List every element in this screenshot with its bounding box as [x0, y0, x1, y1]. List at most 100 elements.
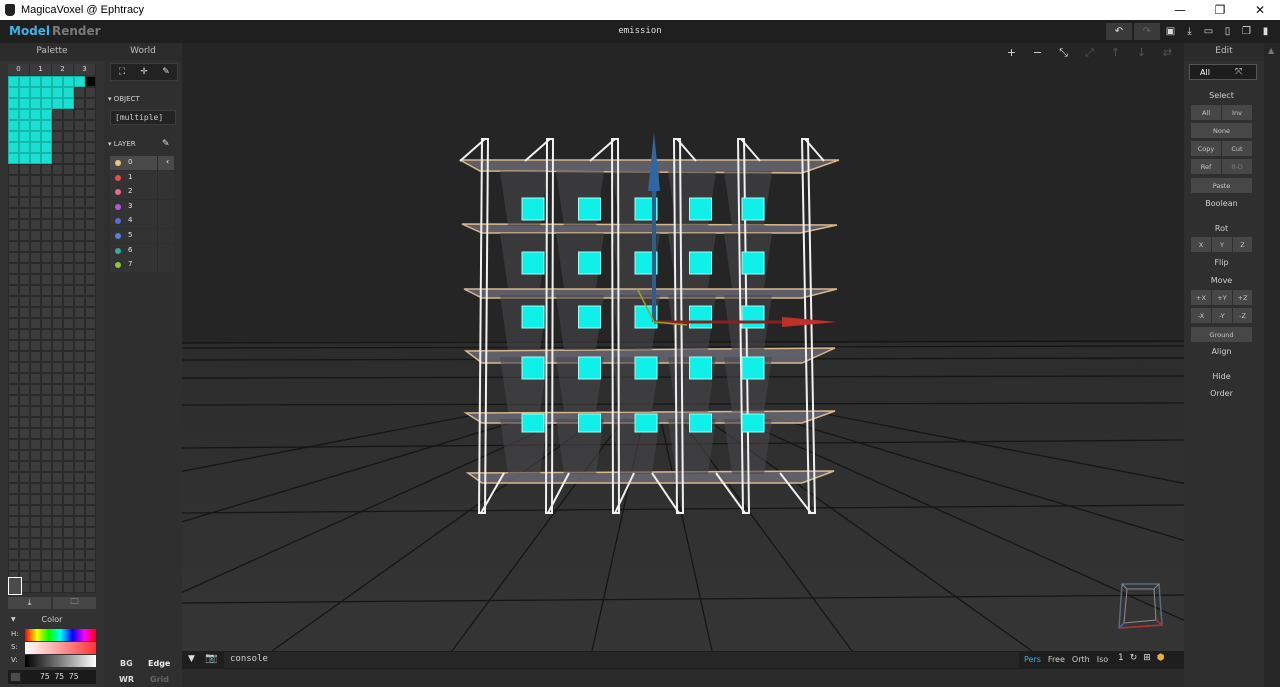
palette-swatch[interactable]: [63, 406, 74, 417]
palette-swatch[interactable]: [74, 571, 85, 582]
palette-swatch[interactable]: [8, 329, 19, 340]
palette-swatch[interactable]: [41, 76, 52, 87]
shrink-view-icon[interactable]: ⤢: [1081, 45, 1098, 60]
palette-swatch[interactable]: [41, 417, 52, 428]
open-icon[interactable]: ▭: [1200, 23, 1217, 40]
palette-swatch[interactable]: [8, 428, 19, 439]
swap-icon[interactable]: ⇄: [1159, 45, 1176, 60]
palette-swatch[interactable]: [63, 120, 74, 131]
3d-viewport[interactable]: + − ⤡ ⤢ ↑ ↓ ⇄: [182, 43, 1184, 651]
palette-swatch[interactable]: [19, 362, 30, 373]
palette-swatch[interactable]: [74, 505, 85, 516]
palette-swatch[interactable]: [30, 494, 41, 505]
palette-swatch[interactable]: [8, 527, 19, 538]
rot-y-button[interactable]: Y: [1212, 237, 1232, 252]
ref-button[interactable]: Ref: [1191, 159, 1221, 174]
palette-swatch[interactable]: [52, 428, 63, 439]
console-input[interactable]: console: [224, 652, 1019, 668]
rename-layer-pencil-icon[interactable]: ✎: [162, 139, 170, 149]
palette-swatch[interactable]: [63, 417, 74, 428]
palette-swatch[interactable]: [63, 197, 74, 208]
palette-swatch[interactable]: [74, 197, 85, 208]
palette-swatch[interactable]: [30, 450, 41, 461]
palette-swatch[interactable]: [30, 384, 41, 395]
palette-swatch[interactable]: [19, 241, 30, 252]
picker-tool-icon[interactable]: ✎: [155, 64, 177, 80]
palette-swatch[interactable]: [74, 516, 85, 527]
palette-swatch[interactable]: [19, 549, 30, 560]
palette-swatch[interactable]: [85, 285, 96, 296]
palette-swatch[interactable]: [63, 329, 74, 340]
palette-swatch[interactable]: [19, 329, 30, 340]
gizmo-x-arrow[interactable]: [782, 317, 837, 327]
palette-swatch[interactable]: [19, 384, 30, 395]
paste-button[interactable]: Paste: [1191, 178, 1252, 193]
palette-swatch[interactable]: [63, 241, 74, 252]
copy-file-icon[interactable]: ❐: [1238, 23, 1255, 40]
palette-swatch[interactable]: [19, 285, 30, 296]
palette-swatch[interactable]: [19, 439, 30, 450]
palette-swatch[interactable]: [85, 450, 96, 461]
palette-swatch[interactable]: [85, 120, 96, 131]
edit-mode-all[interactable]: All: [1200, 68, 1210, 77]
palette-swatch[interactable]: [41, 494, 52, 505]
palette-swatch[interactable]: [8, 197, 19, 208]
palette-swatch[interactable]: [8, 450, 19, 461]
copy-button[interactable]: Copy: [1191, 141, 1221, 156]
palette-swatch[interactable]: [30, 142, 41, 153]
layer-color-dot[interactable]: [115, 232, 121, 239]
move-plus-z-button[interactable]: +Z: [1233, 290, 1252, 305]
camera-icon[interactable]: 📷: [205, 653, 217, 664]
palette-swatch[interactable]: [41, 538, 52, 549]
palette-swatch[interactable]: [30, 560, 41, 571]
palette-tab-1[interactable]: 1: [30, 64, 52, 75]
palette-swatch[interactable]: [8, 296, 19, 307]
palette-swatch[interactable]: [19, 120, 30, 131]
palette-swatch[interactable]: [52, 472, 63, 483]
palette-swatch[interactable]: [19, 131, 30, 142]
palette-swatch[interactable]: [85, 527, 96, 538]
palette-swatch[interactable]: [74, 406, 85, 417]
palette-swatch[interactable]: [52, 461, 63, 472]
palette-swatch[interactable]: [19, 76, 30, 87]
move-minus-y-button[interactable]: -Y: [1212, 308, 1232, 323]
palette-swatch[interactable]: [8, 461, 19, 472]
palette-swatch[interactable]: [19, 494, 30, 505]
palette-swatch[interactable]: [63, 263, 74, 274]
palette-swatch[interactable]: [74, 87, 85, 98]
palette-swatch[interactable]: [63, 516, 74, 527]
palette-swatch[interactable]: [8, 142, 19, 153]
palette-swatch[interactable]: [74, 483, 85, 494]
align-label[interactable]: Align: [1184, 347, 1259, 356]
palette-swatch[interactable]: [30, 219, 41, 230]
palette-swatch[interactable]: [85, 384, 96, 395]
palette-swatch[interactable]: [52, 406, 63, 417]
select-region-icon[interactable]: ⛶: [111, 64, 133, 80]
palette-swatch[interactable]: [85, 406, 96, 417]
palette-swatch[interactable]: [8, 76, 19, 87]
palette-swatch[interactable]: [63, 76, 74, 87]
saturation-slider[interactable]: S:: [8, 642, 96, 654]
palette-swatch[interactable]: [8, 384, 19, 395]
palette-swatch[interactable]: [8, 516, 19, 527]
palette-swatch[interactable]: [30, 582, 41, 593]
palette-swatch[interactable]: [8, 109, 19, 120]
palette-swatch[interactable]: [8, 351, 19, 362]
palette-swatch[interactable]: [41, 362, 52, 373]
zoom-out-icon[interactable]: −: [1029, 45, 1046, 60]
view-pers[interactable]: Pers: [1024, 655, 1041, 664]
palette-swatch[interactable]: [30, 472, 41, 483]
palette-swatch[interactable]: [41, 153, 52, 164]
palette-swatch[interactable]: [85, 164, 96, 175]
selected-palette-swatch[interactable]: [8, 577, 22, 595]
palette-swatch[interactable]: [85, 197, 96, 208]
saturation-bar[interactable]: [25, 642, 96, 654]
hue-slider[interactable]: H:: [8, 629, 96, 641]
palette-swatch[interactable]: [74, 109, 85, 120]
palette-swatch[interactable]: [74, 296, 85, 307]
palette-swatch[interactable]: [30, 98, 41, 109]
palette-grid[interactable]: [8, 76, 96, 596]
palette-swatch[interactable]: [8, 263, 19, 274]
palette-swatch[interactable]: [30, 186, 41, 197]
palette-swatch[interactable]: [63, 428, 74, 439]
